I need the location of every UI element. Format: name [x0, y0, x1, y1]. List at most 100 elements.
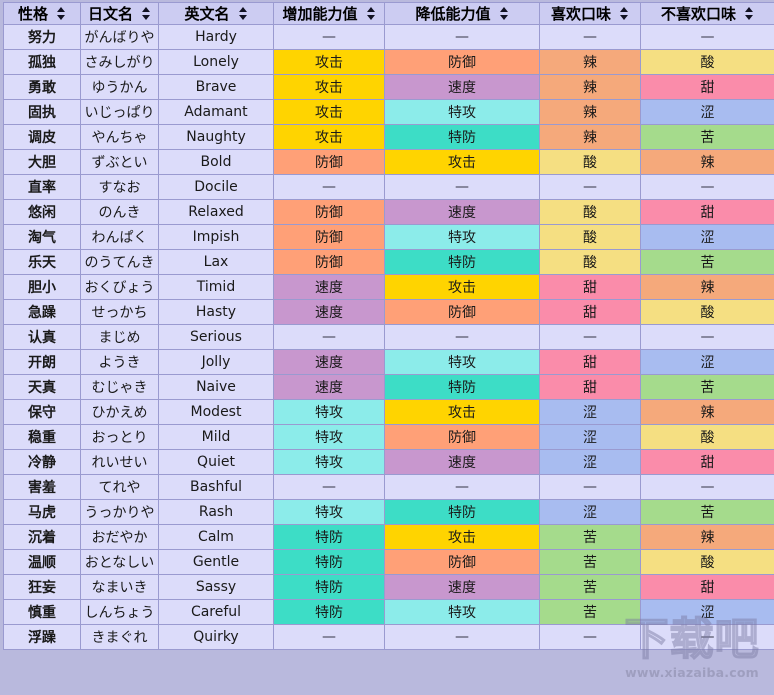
sort-updown-icon[interactable]	[57, 7, 66, 20]
cell-jp: ようき	[81, 350, 158, 374]
cell-like: 涩	[540, 400, 640, 424]
sort-updown-icon[interactable]	[620, 7, 629, 20]
cell-en: Naughty	[159, 125, 273, 149]
cell-en: Gentle	[159, 550, 273, 574]
cell-up: —	[274, 175, 384, 199]
cell-jp: がんばりや	[81, 25, 158, 49]
cell-up: 特防	[274, 575, 384, 599]
cell-en: Jolly	[159, 350, 273, 374]
column-header-en[interactable]: 英文名	[159, 3, 273, 24]
cell-like: 甜	[540, 350, 640, 374]
cell-like: 涩	[540, 425, 640, 449]
cell-down: 特攻	[385, 600, 539, 624]
column-header-up[interactable]: 增加能力值	[274, 3, 384, 24]
cell-jp: のうてんき	[81, 250, 158, 274]
cell-en: Hardy	[159, 25, 273, 49]
cell-name: 努力	[4, 25, 80, 49]
cell-like: —	[540, 625, 640, 649]
cell-dislike: 苦	[641, 125, 774, 149]
cell-jp: ひかえめ	[81, 400, 158, 424]
cell-up: —	[274, 25, 384, 49]
cell-name: 勇敢	[4, 75, 80, 99]
cell-like: 辣	[540, 50, 640, 74]
cell-dislike: 苦	[641, 375, 774, 399]
table-row: 急躁 せっかち Hasty 速度 防御甜酸	[4, 300, 774, 324]
cell-like: 苦	[540, 575, 640, 599]
cell-jp: やんちゃ	[81, 125, 158, 149]
cell-name: 稳重	[4, 425, 80, 449]
cell-like: 辣	[540, 125, 640, 149]
cell-up: 特攻	[274, 450, 384, 474]
sort-updown-icon[interactable]	[499, 7, 509, 20]
cell-dislike: 辣	[641, 400, 774, 424]
cell-like: —	[540, 25, 640, 49]
cell-down: 特防	[385, 500, 539, 524]
sort-updown-icon[interactable]	[142, 7, 151, 20]
cell-dislike: 苦	[641, 500, 774, 524]
cell-dislike: 辣	[641, 525, 774, 549]
cell-like: —	[540, 175, 640, 199]
sort-updown-icon[interactable]	[366, 7, 376, 20]
cell-like: 涩	[540, 450, 640, 474]
cell-down: 速度	[385, 575, 539, 599]
sort-updown-icon[interactable]	[745, 7, 754, 20]
cell-up: 特攻	[274, 425, 384, 449]
cell-name: 乐天	[4, 250, 80, 274]
cell-dislike: —	[641, 175, 774, 199]
cell-like: 甜	[540, 275, 640, 299]
cell-down: 防御	[385, 50, 539, 74]
table-row: 固执 いじっぱり Adamant 攻击 特攻辣涩	[4, 100, 774, 124]
column-header-name[interactable]: 性格	[4, 3, 80, 24]
cell-en: Lonely	[159, 50, 273, 74]
watermark-url: www.xiazaiba.com	[625, 665, 759, 680]
table-row: 马虎 うっかりや Rash 特攻 特防涩苦	[4, 500, 774, 524]
cell-name: 固执	[4, 100, 80, 124]
cell-like: 苦	[540, 600, 640, 624]
table-row: 悠闲 のんき Relaxed 防御 速度酸甜	[4, 200, 774, 224]
column-header-jp[interactable]: 日文名	[81, 3, 158, 24]
cell-en: Bashful	[159, 475, 273, 499]
cell-en: Impish	[159, 225, 273, 249]
sort-updown-icon[interactable]	[238, 7, 248, 20]
cell-up: 防御	[274, 150, 384, 174]
cell-down: 防御	[385, 550, 539, 574]
column-header-label: 不喜欢口味	[660, 5, 736, 23]
cell-name: 认真	[4, 325, 80, 349]
cell-en: Mild	[159, 425, 273, 449]
cell-up: 速度	[274, 275, 384, 299]
column-header-label: 增加能力值	[282, 5, 358, 23]
cell-name: 悠闲	[4, 200, 80, 224]
cell-name: 直率	[4, 175, 80, 199]
cell-jp: れいせい	[81, 450, 158, 474]
cell-jp: おくびょう	[81, 275, 158, 299]
cell-up: 速度	[274, 375, 384, 399]
cell-up: 防御	[274, 225, 384, 249]
cell-en: Hasty	[159, 300, 273, 324]
cell-down: 特攻	[385, 225, 539, 249]
column-header-label: 日文名	[87, 5, 133, 23]
table-row: 乐天 のうてんき Lax 防御 特防酸苦	[4, 250, 774, 274]
column-header-down[interactable]: 降低能力值	[385, 3, 539, 24]
table-row: 胆小 おくびょう Timid 速度 攻击甜辣	[4, 275, 774, 299]
cell-like: 辣	[540, 75, 640, 99]
table-row: 认真 まじめ Serious — — — —	[4, 325, 774, 349]
cell-dislike: 辣	[641, 275, 774, 299]
cell-dislike: 酸	[641, 425, 774, 449]
cell-jp: ゆうかん	[81, 75, 158, 99]
column-header-label: 喜欢口味	[550, 5, 611, 23]
cell-en: Rash	[159, 500, 273, 524]
column-header-dislike[interactable]: 不喜欢口味	[641, 3, 774, 24]
cell-name: 冷静	[4, 450, 80, 474]
cell-en: Serious	[159, 325, 273, 349]
cell-jp: おとなしい	[81, 550, 158, 574]
cell-en: Brave	[159, 75, 273, 99]
cell-down: 特防	[385, 125, 539, 149]
cell-dislike: 涩	[641, 600, 774, 624]
cell-down: 防御	[385, 300, 539, 324]
cell-name: 马虎	[4, 500, 80, 524]
cell-down: 特防	[385, 375, 539, 399]
cell-name: 浮躁	[4, 625, 80, 649]
column-header-like[interactable]: 喜欢口味	[540, 3, 640, 24]
column-header-label: 降低能力值	[415, 5, 491, 23]
column-header-label: 英文名	[184, 5, 230, 23]
